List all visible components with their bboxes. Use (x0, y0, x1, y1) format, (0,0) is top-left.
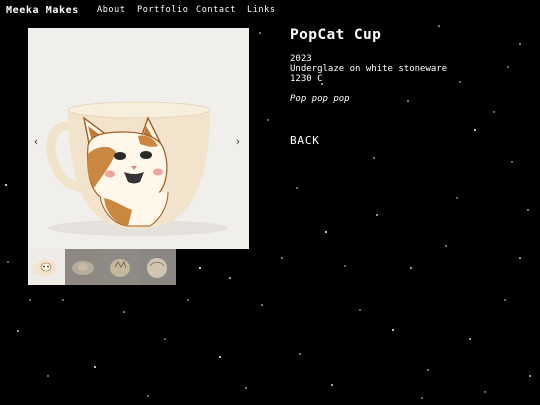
thumbnail-3[interactable] (102, 249, 139, 285)
nav-link-portfolio[interactable]: Portfolio (137, 5, 188, 15)
thumbnail-strip (28, 249, 176, 285)
nav-link-about[interactable]: About (97, 5, 126, 15)
thumbnail-1-active[interactable] (28, 249, 65, 285)
item-title: PopCat Cup (290, 27, 382, 43)
next-image-arrow[interactable]: › (231, 134, 245, 150)
thumbnail-2[interactable] (65, 249, 102, 285)
cat-cup-photo (28, 28, 249, 249)
thumbnail-4[interactable] (139, 249, 176, 285)
site-title[interactable]: Meeka Makes (6, 5, 79, 16)
top-navigation: Meeka Makes About Portfolio Contact Link… (0, 0, 540, 22)
previous-image-arrow[interactable]: ‹ (29, 134, 43, 150)
back-link[interactable]: BACK (290, 134, 320, 147)
product-image-gallery: ‹ › (28, 28, 249, 249)
nav-link-links[interactable]: Links (247, 5, 276, 15)
nav-link-contact[interactable]: Contact (196, 5, 236, 15)
item-firing-temperature: 1230 C (290, 74, 323, 84)
item-year: 2023 (290, 54, 312, 64)
item-description: Pop pop pop (290, 94, 350, 104)
item-material: Underglaze on white stoneware (290, 64, 448, 74)
